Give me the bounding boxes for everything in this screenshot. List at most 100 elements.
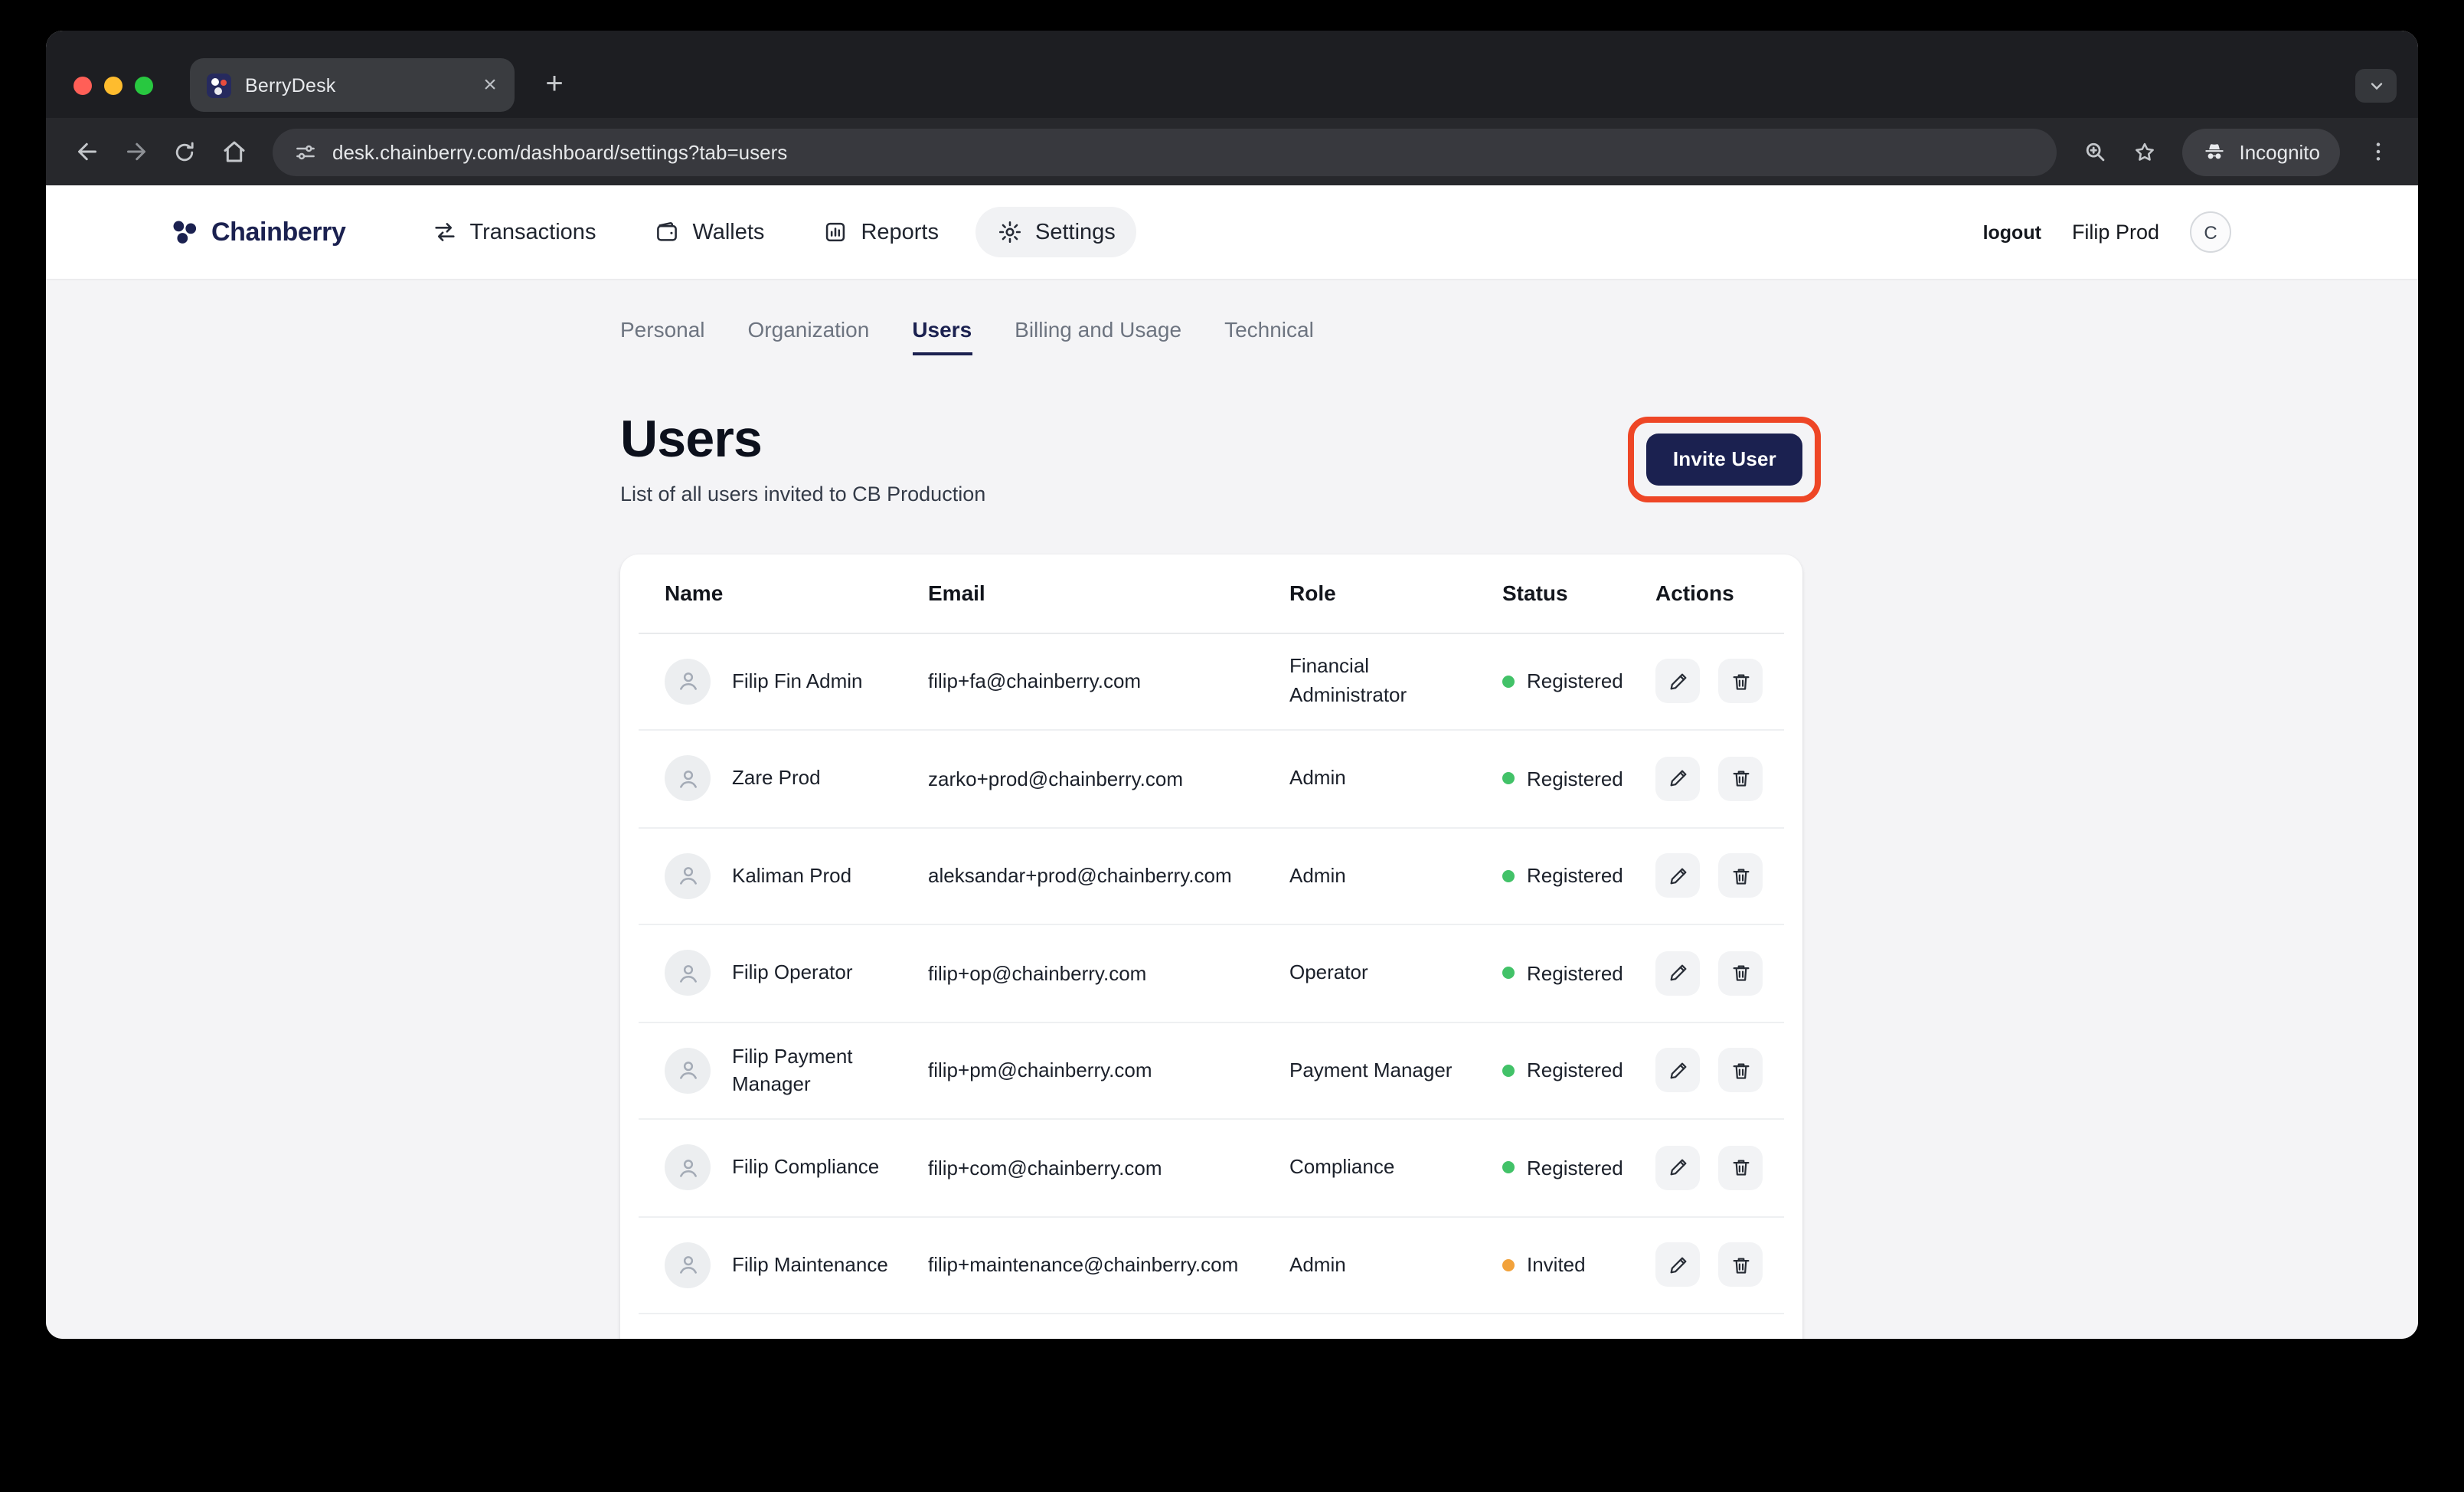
person-icon [675,1252,701,1278]
column-header-status: Status [1502,581,1655,605]
edit-user-button[interactable] [1655,1049,1700,1093]
chainberry-logo[interactable]: Chainberry [168,216,346,248]
status-cell: Registered [1502,767,1655,790]
role-cell: Operator [1289,959,1502,988]
delete-user-button[interactable] [1718,757,1763,801]
tab-search-button[interactable] [2355,69,2397,103]
nav-label: Settings [1035,220,1116,244]
window-zoom-button[interactable] [135,76,153,94]
status-label: Registered [1527,670,1623,693]
nav-transactions[interactable]: Transactions [410,207,618,257]
nav-reports[interactable]: Reports [801,207,960,257]
reports-icon [822,219,848,245]
status-dot [1502,1162,1515,1174]
table-row: Filip Compliance filip+com@chainberry.co… [639,1120,1784,1217]
status-dot [1502,676,1515,688]
name-cell: Filip Operator [665,950,928,996]
new-tab-button[interactable]: + [533,64,576,106]
column-header-name: Name [665,581,928,605]
role-cell: Financial Administrator [1289,653,1502,710]
actions-cell [1655,951,1772,996]
trash-icon [1730,1060,1751,1081]
trash-icon [1730,963,1751,984]
zoom-icon[interactable] [2073,129,2118,174]
name-cell: Filip Maintenance [665,1242,928,1288]
tab-personal[interactable]: Personal [620,317,705,355]
user-name-text: Filip Payment Manager [732,1043,894,1099]
delete-user-button[interactable] [1718,951,1763,996]
user-name-text: Filip Compliance [732,1154,879,1182]
page-subtitle: List of all users invited to CB Producti… [620,482,985,505]
status-label: Registered [1527,962,1623,985]
status-dot [1502,1259,1515,1271]
tab-users[interactable]: Users [912,317,972,355]
berrydesk-favicon [207,73,231,97]
user-name-text: Filip Operator [732,960,853,987]
window-close-button[interactable] [74,76,92,94]
delete-user-button[interactable] [1718,854,1763,898]
browser-window: BerryDesk × + [46,31,2418,1339]
status-dot [1502,967,1515,980]
person-icon [675,1155,701,1181]
status-cell: Registered [1502,1059,1655,1082]
browser-menu-icon[interactable] [2355,129,2400,174]
delete-user-button[interactable] [1718,1243,1763,1288]
tab-technical[interactable]: Technical [1224,317,1314,355]
back-icon[interactable] [64,129,109,174]
tab-billing-and-usage[interactable]: Billing and Usage [1015,317,1181,355]
address-bar[interactable]: desk.chainberry.com/dashboard/settings?t… [273,128,2057,175]
window-minimize-button[interactable] [104,76,123,94]
user-name-text: Zare Prod [732,765,821,793]
user-name-text: Kaliman Prod [732,862,851,890]
person-icon [675,766,701,792]
forward-icon[interactable] [113,129,158,174]
delete-user-button[interactable] [1718,659,1763,704]
column-header-role: Role [1289,581,1502,605]
settings-tabs: Personal Organization Users Billing and … [620,280,1802,355]
home-icon[interactable] [211,129,256,174]
role-cell: Payment Manager [1289,1056,1502,1085]
edit-user-button[interactable] [1655,854,1700,898]
column-header-actions: Actions [1655,581,1772,605]
actions-cell [1655,1243,1772,1288]
logout-button[interactable]: logout [1983,221,2041,243]
table-row: Filip Payment Manager filip+pm@chainberr… [639,1022,1784,1120]
edit-user-button[interactable] [1655,757,1700,801]
name-cell: Filip Payment Manager [665,1043,928,1099]
email-cell: aleksandar+prod@chainberry.com [928,865,1289,888]
column-header-email: Email [928,581,1289,605]
pencil-icon [1667,768,1688,790]
page-head: Users List of all users invited to CB Pr… [620,414,1802,505]
berry-icon [168,216,201,248]
user-avatar [665,1145,711,1191]
bookmark-star-icon[interactable] [2123,129,2167,174]
email-cell: zarko+prod@chainberry.com [928,767,1289,790]
url-text: desk.chainberry.com/dashboard/settings?t… [332,140,787,163]
edit-user-button[interactable] [1655,659,1700,704]
user-avatar-chip[interactable]: C [2190,211,2231,253]
status-cell: Registered [1502,1157,1655,1180]
browser-tab[interactable]: BerryDesk × [190,58,515,112]
site-settings-icon[interactable] [294,140,317,163]
edit-user-button[interactable] [1655,1146,1700,1190]
tab-organization[interactable]: Organization [748,317,870,355]
status-cell: Registered [1502,865,1655,888]
delete-user-button[interactable] [1718,1146,1763,1190]
incognito-badge: Incognito [2182,128,2340,175]
invite-user-button[interactable]: Invite User [1647,434,1802,486]
reload-icon[interactable] [162,129,207,174]
delete-user-button[interactable] [1718,1049,1763,1093]
transactions-icon [432,219,458,245]
nav-wallets[interactable]: Wallets [632,207,786,257]
email-cell: filip+maintenance@chainberry.com [928,1254,1289,1277]
status-dot [1502,870,1515,882]
trash-icon [1730,865,1751,887]
tab-close-icon[interactable]: × [478,73,502,97]
trash-icon [1730,1255,1751,1276]
actions-cell [1655,854,1772,898]
role-cell: Admin [1289,862,1502,891]
edit-user-button[interactable] [1655,1243,1700,1288]
edit-user-button[interactable] [1655,951,1700,996]
nav-settings[interactable]: Settings [975,207,1137,257]
role-cell: Admin [1289,764,1502,793]
